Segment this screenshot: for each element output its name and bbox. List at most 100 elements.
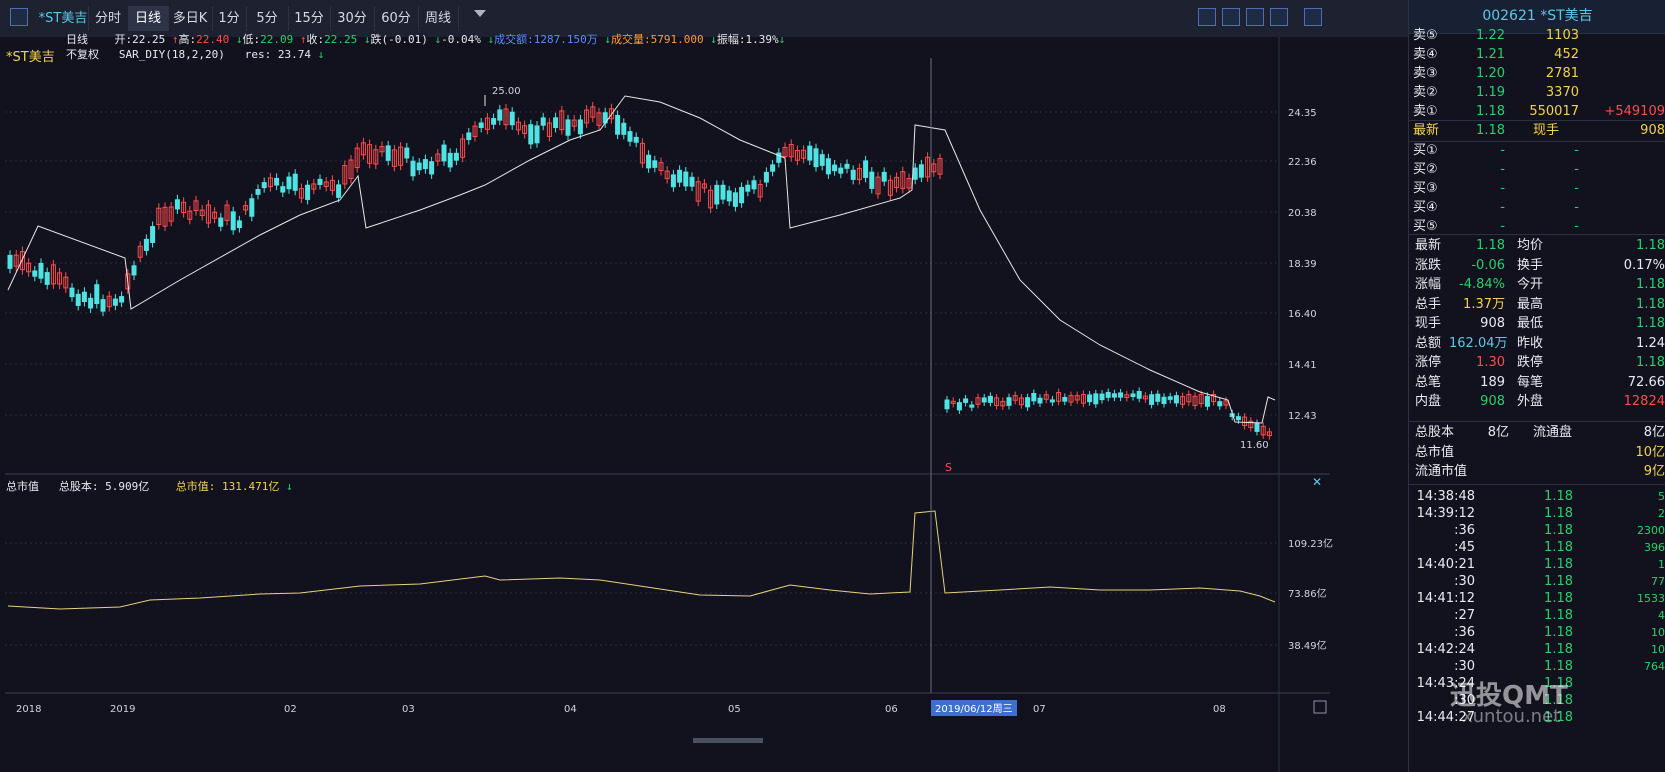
- quote-cell: 1.18: [1476, 238, 1505, 253]
- period-tab-8[interactable]: 周线: [418, 6, 459, 31]
- quote-cell: 卖①: [1413, 104, 1438, 119]
- quote-cell: 1.21: [1476, 47, 1505, 62]
- candle-body: [528, 124, 534, 145]
- quote-cell: 2781: [1545, 66, 1579, 81]
- candle-body: [230, 211, 236, 231]
- period-tab-2[interactable]: 多日K: [168, 6, 213, 31]
- quote-cell: 3370: [1545, 85, 1579, 100]
- candle-body: [652, 160, 658, 168]
- candle-body: [249, 198, 255, 217]
- sidebar-toggle-icon[interactable]: [1304, 8, 1322, 26]
- time-tick: 2019: [110, 704, 135, 715]
- quote-cell: 1.24: [1636, 335, 1665, 351]
- candle-body: [1049, 399, 1055, 403]
- quote-cell: 总笔: [1415, 374, 1442, 390]
- quote-cell: -0.06: [1471, 257, 1505, 273]
- candle-body: [1217, 401, 1223, 407]
- candle-body: [1111, 393, 1117, 398]
- quote-row: 涨幅 -4.84% 今开 1.18: [1409, 275, 1665, 294]
- candle-body: [119, 296, 125, 303]
- price-tick: 20.38: [1288, 208, 1317, 219]
- candle-body: [813, 148, 819, 168]
- quote-cell: 卖⑤: [1413, 28, 1438, 43]
- zoom-icon[interactable]: [1198, 8, 1216, 26]
- close-subchart-icon[interactable]: ✕: [1312, 475, 1322, 489]
- quote-cell: 最新: [1415, 238, 1442, 253]
- layout-icon[interactable]: [10, 8, 28, 26]
- candle-body: [286, 176, 292, 190]
- indicator-info: 不复权 SAR_DIY(18,2,20) res: 23.74 ↓: [66, 48, 325, 61]
- quote-row: 买③ - -: [1409, 179, 1665, 198]
- candle-body: [807, 145, 813, 161]
- quote-cell: 8亿: [1487, 425, 1509, 440]
- candle-body: [150, 226, 156, 243]
- candle-body: [1006, 397, 1012, 406]
- candle-body: [416, 162, 422, 171]
- quote-cell: -4.84%: [1459, 277, 1505, 292]
- period-tab-6[interactable]: 30分: [330, 6, 375, 31]
- period-tab-4[interactable]: 5分: [246, 6, 289, 31]
- quote-cell: 最高: [1517, 296, 1544, 312]
- scrollbar[interactable]: [693, 738, 763, 743]
- quote-cell: 总市值: [1415, 444, 1455, 460]
- watermark-site: xuntou.net: [1462, 706, 1561, 727]
- quote-cell: -: [1500, 162, 1505, 177]
- candle-body: [1025, 397, 1031, 408]
- period-tab-7[interactable]: 60分: [374, 6, 419, 31]
- quote-row: 最新 1.18 均价 1.18: [1409, 236, 1665, 255]
- candle-body: [38, 262, 44, 279]
- candle-body: [956, 402, 962, 411]
- candle-body: [850, 169, 856, 180]
- candle-body: [1136, 390, 1142, 399]
- quote-cell: 均价: [1517, 238, 1544, 253]
- quote-cell: 换手: [1517, 257, 1544, 273]
- period-tab-3[interactable]: 1分: [212, 6, 247, 31]
- quote-row: 买① - -: [1409, 141, 1665, 160]
- subchart-tick: 73.86亿: [1288, 587, 1327, 600]
- export-icon[interactable]: [1222, 8, 1240, 26]
- time-tick: 2018: [16, 704, 41, 715]
- candle-body: [261, 182, 267, 189]
- candle-body: [453, 152, 459, 161]
- candle-body: [819, 154, 825, 166]
- candle-body: [627, 131, 633, 142]
- candle-body: [912, 167, 918, 180]
- symbol-tab[interactable]: *ST美吉: [38, 6, 89, 31]
- kline-chart[interactable]: 25.00 11.60 S 24.35 22.36 20.38 18.39 16.40 1…: [0, 37, 1408, 772]
- candle-body: [1087, 394, 1093, 403]
- candle-body: [577, 119, 583, 135]
- period-tab-5[interactable]: 15分: [288, 6, 331, 31]
- candle-body: [32, 270, 38, 277]
- time-tick: 03: [402, 704, 415, 715]
- candle-body: [100, 299, 106, 312]
- window-icon[interactable]: [1246, 8, 1264, 26]
- candle-body: [447, 152, 453, 168]
- time-tick: 05: [728, 704, 741, 715]
- candle-body: [280, 186, 286, 193]
- candle-body: [838, 167, 844, 174]
- candle-body: [683, 171, 689, 187]
- candle-body: [385, 145, 391, 161]
- candle-body: [720, 184, 726, 200]
- quote-cell: 189: [1480, 374, 1505, 390]
- quote-cell: 现手: [1415, 316, 1442, 331]
- candle-body: [1130, 393, 1136, 398]
- candle-body: [422, 159, 428, 170]
- period-tab-0[interactable]: 分时: [88, 6, 129, 31]
- candle-body: [131, 265, 137, 276]
- price-tick: 18.39: [1288, 259, 1317, 270]
- candle-body: [832, 164, 838, 172]
- period-tab-1[interactable]: 日线: [128, 6, 169, 31]
- chevron-down-icon[interactable]: [474, 10, 486, 17]
- quote-cell: 1.37万: [1463, 296, 1505, 312]
- quote-cell: 昨收: [1517, 335, 1544, 351]
- close-panel-icon[interactable]: [1270, 8, 1288, 26]
- candle-body: [1235, 416, 1241, 421]
- candle-body: [81, 291, 87, 303]
- quote-cell: -: [1500, 181, 1505, 196]
- quote-cell: 1.18: [1476, 123, 1505, 138]
- candle-body: [75, 293, 81, 306]
- quote-cell: 买④: [1413, 200, 1438, 215]
- candle-body: [317, 178, 323, 185]
- quote-cell: 1.30: [1476, 355, 1505, 370]
